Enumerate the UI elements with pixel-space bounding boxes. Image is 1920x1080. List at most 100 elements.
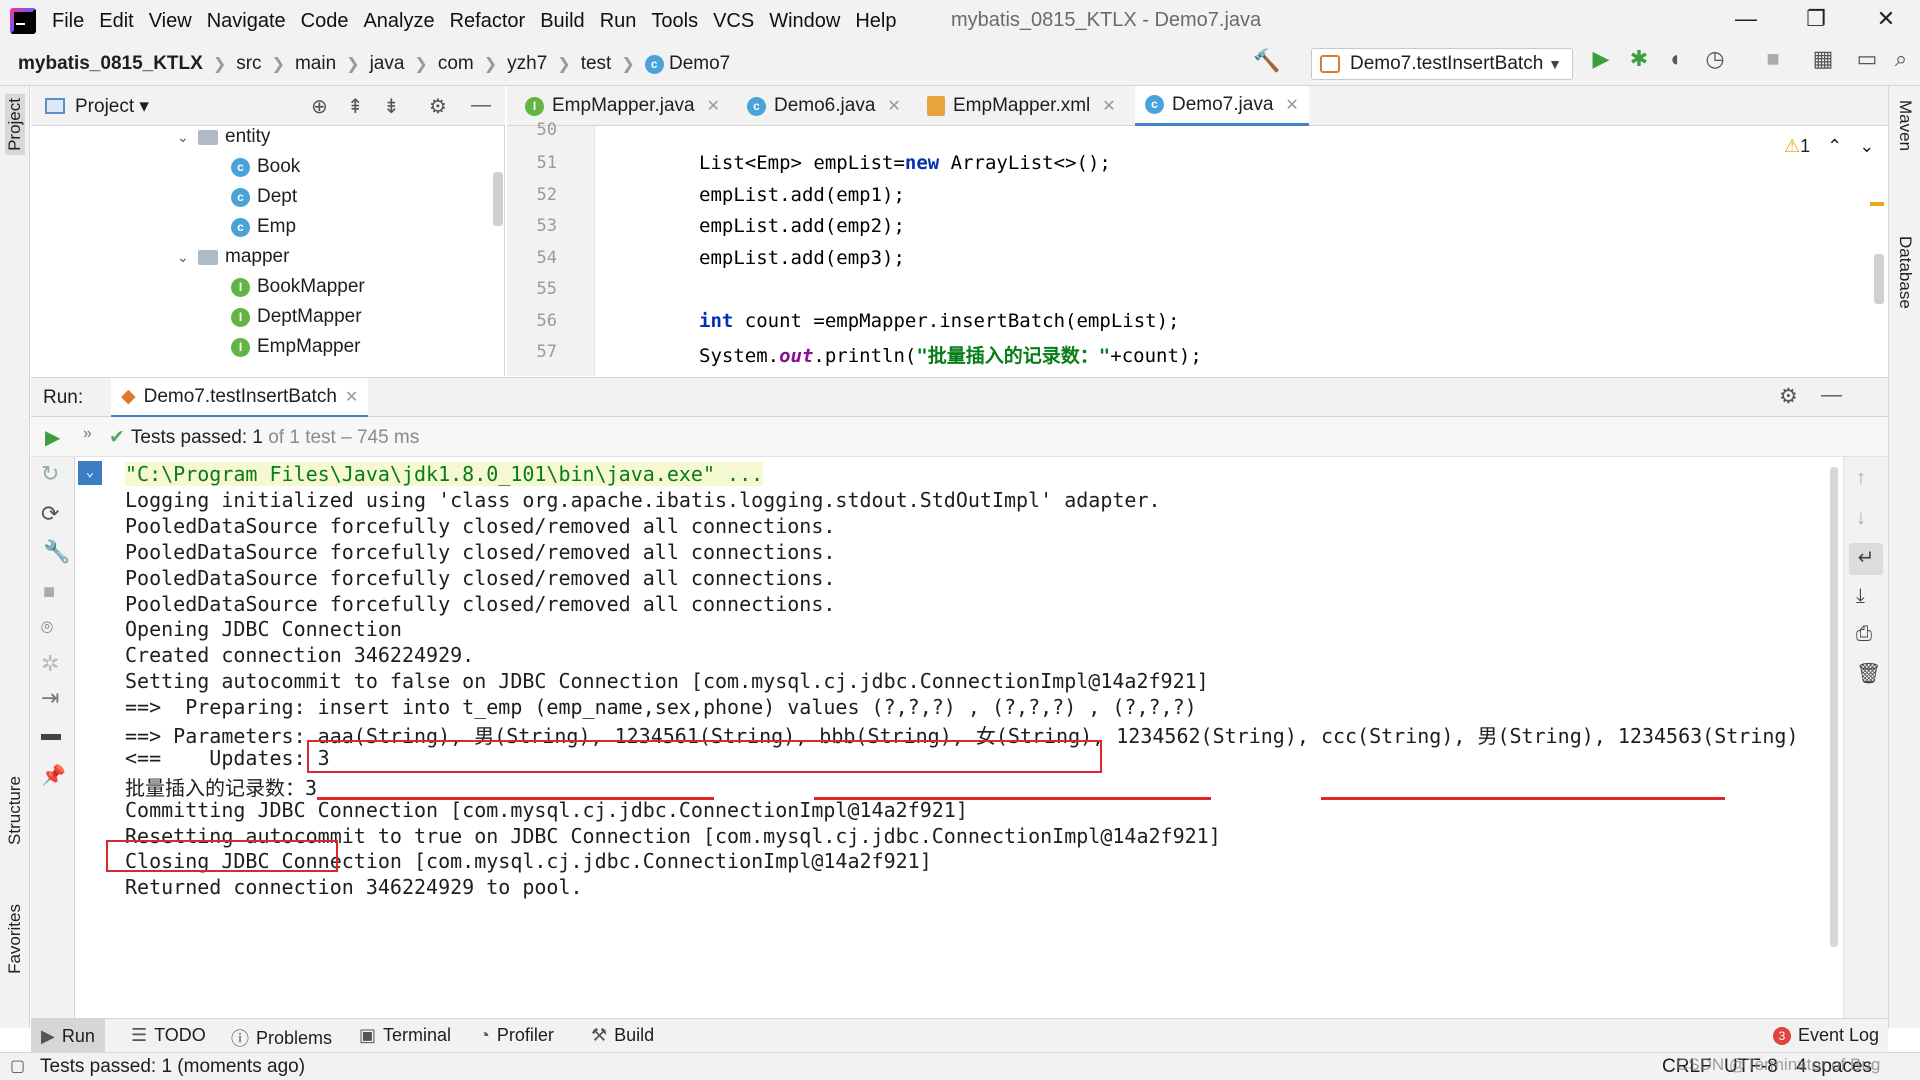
breadcrumb-main[interactable]: main — [295, 53, 336, 75]
menu-code[interactable]: Code — [301, 10, 349, 33]
stop-icon[interactable]: ■ — [43, 581, 55, 604]
tab-empmapper-xml[interactable]: EmpMapper.xml ✕ — [917, 86, 1126, 126]
search-icon[interactable]: ⌕ — [1886, 46, 1916, 72]
double-chevron-icon[interactable]: » — [83, 425, 92, 443]
collapse-toggle-icon[interactable]: ⌄ — [78, 461, 102, 485]
breadcrumb-project[interactable]: mybatis_0815_KTLX — [18, 53, 203, 75]
tree-item-bookmapper[interactable]: I BookMapper — [231, 276, 365, 298]
status-icon[interactable]: ▢ — [10, 1056, 25, 1076]
breadcrumb-demo7[interactable]: Demo7 — [669, 53, 730, 75]
breadcrumb-test[interactable]: test — [581, 53, 612, 75]
breadcrumb-src[interactable]: src — [236, 53, 261, 75]
project-view-select[interactable]: Project ▾ — [75, 95, 149, 118]
close-icon[interactable]: ✕ — [1102, 96, 1115, 116]
debug-icon[interactable]: ✱ — [1624, 46, 1654, 72]
restore-icon[interactable]: ❐ — [1796, 6, 1836, 32]
menu-run[interactable]: Run — [600, 10, 637, 33]
tree-item-emp[interactable]: c Emp — [231, 216, 296, 238]
bottom-tab-profiler[interactable]: ◔ Profiler — [479, 1025, 554, 1046]
favorites-tool-tab[interactable]: Favorites — [5, 904, 25, 974]
menu-refactor[interactable]: Refactor — [450, 10, 526, 33]
warning-marker[interactable] — [1870, 202, 1884, 206]
run-icon[interactable]: ▶ — [1586, 46, 1616, 72]
structure-tool-tab[interactable]: Structure — [5, 776, 25, 845]
bottom-tab-problems[interactable]: ⓘ Problems — [231, 1025, 332, 1051]
console-scrollbar[interactable] — [1830, 467, 1838, 947]
bottom-tab-run[interactable]: ▶ Run — [31, 1019, 105, 1053]
close-icon[interactable]: ✕ — [1285, 95, 1298, 115]
expand-all-icon[interactable]: ⇞ — [347, 94, 364, 119]
close-icon[interactable]: ✕ — [707, 96, 720, 116]
tree-item-entity[interactable]: ⌄ entity — [177, 126, 270, 148]
breadcrumb-com[interactable]: com — [438, 53, 474, 75]
pin-icon[interactable]: 📌 — [41, 763, 66, 788]
close-window-icon[interactable]: ✕ — [1866, 6, 1906, 32]
menu-navigate[interactable]: Navigate — [207, 10, 286, 33]
editor-scrollbar[interactable] — [1874, 254, 1884, 304]
menu-vcs[interactable]: VCS — [713, 10, 754, 33]
code-editor[interactable]: List<Emp> empList=new ArrayList<>(); emp… — [596, 126, 1888, 376]
run-panel-header: Run: ◆ Demo7.testInsertBatch ✕ ⚙ — — [31, 377, 1888, 418]
next-highlight-icon[interactable]: ⌄ — [1859, 136, 1874, 156]
close-icon[interactable]: ✕ — [345, 387, 358, 407]
soft-wrap-icon[interactable]: ↵ — [1849, 543, 1883, 575]
menu-file[interactable]: File — [52, 10, 84, 33]
gear-icon[interactable]: ⚙ — [429, 94, 447, 119]
rerun-failed-icon[interactable]: ↻ — [41, 461, 59, 487]
tab-demo7-java[interactable]: c Demo7.java ✕ — [1135, 86, 1309, 126]
warning-indicator[interactable]: ⚠1 ⌃ ⌄ — [1784, 136, 1874, 157]
menu-view[interactable]: View — [149, 10, 192, 33]
tree-item-mapper[interactable]: ⌄ mapper — [177, 246, 289, 268]
project-structure-icon[interactable]: ▦ — [1808, 46, 1838, 72]
prev-highlight-icon[interactable]: ⌃ — [1827, 136, 1842, 156]
run-tab[interactable]: ◆ Demo7.testInsertBatch ✕ — [111, 378, 369, 418]
tree-item-deptmapper[interactable]: I DeptMapper — [231, 306, 362, 328]
menu-help[interactable]: Help — [855, 10, 896, 33]
breadcrumb-yzh7[interactable]: yzh7 — [507, 53, 547, 75]
bottom-tab-event-log[interactable]: 3 Event Log — [1773, 1025, 1879, 1046]
hide-icon[interactable]: — — [471, 94, 491, 117]
rerun-icon[interactable]: ▶ — [45, 425, 60, 450]
menu-tools[interactable]: Tools — [651, 10, 698, 33]
gear-icon[interactable]: ⚙ — [1779, 384, 1798, 409]
collapse-all-icon[interactable]: ⇟ — [383, 94, 400, 119]
coverage-icon[interactable]: ◐ — [1662, 46, 1692, 72]
scroll-up-icon[interactable]: ↑ — [1856, 467, 1866, 490]
run-config-select[interactable]: Demo7.testInsertBatch ▼ — [1311, 48, 1573, 80]
print-icon[interactable]: ⎙ — [1856, 623, 1872, 646]
database-tool-tab[interactable]: Database — [1895, 236, 1915, 309]
tree-item-book[interactable]: c Book — [231, 156, 300, 178]
scroll-to-end-icon[interactable]: ⤓ — [1856, 585, 1865, 608]
close-icon[interactable]: ✕ — [887, 96, 900, 116]
toggle-auto-test-icon[interactable]: ⟳ — [41, 501, 59, 527]
layout-icon[interactable]: ▬ — [41, 723, 61, 746]
wrench-icon[interactable]: 🔧 — [43, 539, 70, 565]
project-scrollbar[interactable] — [493, 172, 503, 226]
settings-icon[interactable]: ✲ — [41, 651, 59, 677]
build-hammer-icon[interactable]: 🔨 — [1252, 48, 1282, 74]
breadcrumb-java[interactable]: java — [370, 53, 405, 75]
menu-window[interactable]: Window — [769, 10, 840, 33]
tree-item-empmapper[interactable]: I EmpMapper — [231, 336, 361, 358]
maven-tool-tab[interactable]: Maven — [1895, 100, 1915, 151]
menu-edit[interactable]: Edit — [99, 10, 133, 33]
minimize-icon[interactable]: — — [1726, 6, 1766, 32]
hide-icon[interactable]: — — [1821, 383, 1842, 407]
trash-icon[interactable]: 🗑 — [1856, 661, 1881, 686]
profile-icon[interactable]: ◷ — [1700, 46, 1730, 72]
tree-item-dept[interactable]: c Dept — [231, 186, 297, 208]
project-tool-tab[interactable]: Project — [5, 94, 25, 155]
menu-analyze[interactable]: Analyze — [363, 10, 434, 33]
bottom-tab-build[interactable]: ⚒ Build — [591, 1025, 654, 1046]
tab-demo6-java[interactable]: c Demo6.java ✕ — [737, 86, 911, 126]
exit-icon[interactable]: ⇥ — [41, 685, 59, 711]
stop-icon[interactable]: ■ — [1758, 46, 1788, 72]
bottom-tab-terminal[interactable]: ▣ Terminal — [359, 1025, 451, 1046]
layout-icon[interactable]: ▭ — [1852, 46, 1882, 72]
bottom-tab-todo[interactable]: ☰ TODO — [131, 1025, 206, 1046]
camera-icon[interactable]: ⌾ — [41, 617, 53, 640]
menu-build[interactable]: Build — [540, 10, 584, 33]
console-output[interactable]: ⌄ "C:\Program Files\Java\jdk1.8.0_101\bi… — [76, 457, 1843, 1018]
scroll-down-icon[interactable]: ↓ — [1856, 507, 1866, 530]
locate-icon[interactable]: ⊕ — [311, 94, 328, 119]
